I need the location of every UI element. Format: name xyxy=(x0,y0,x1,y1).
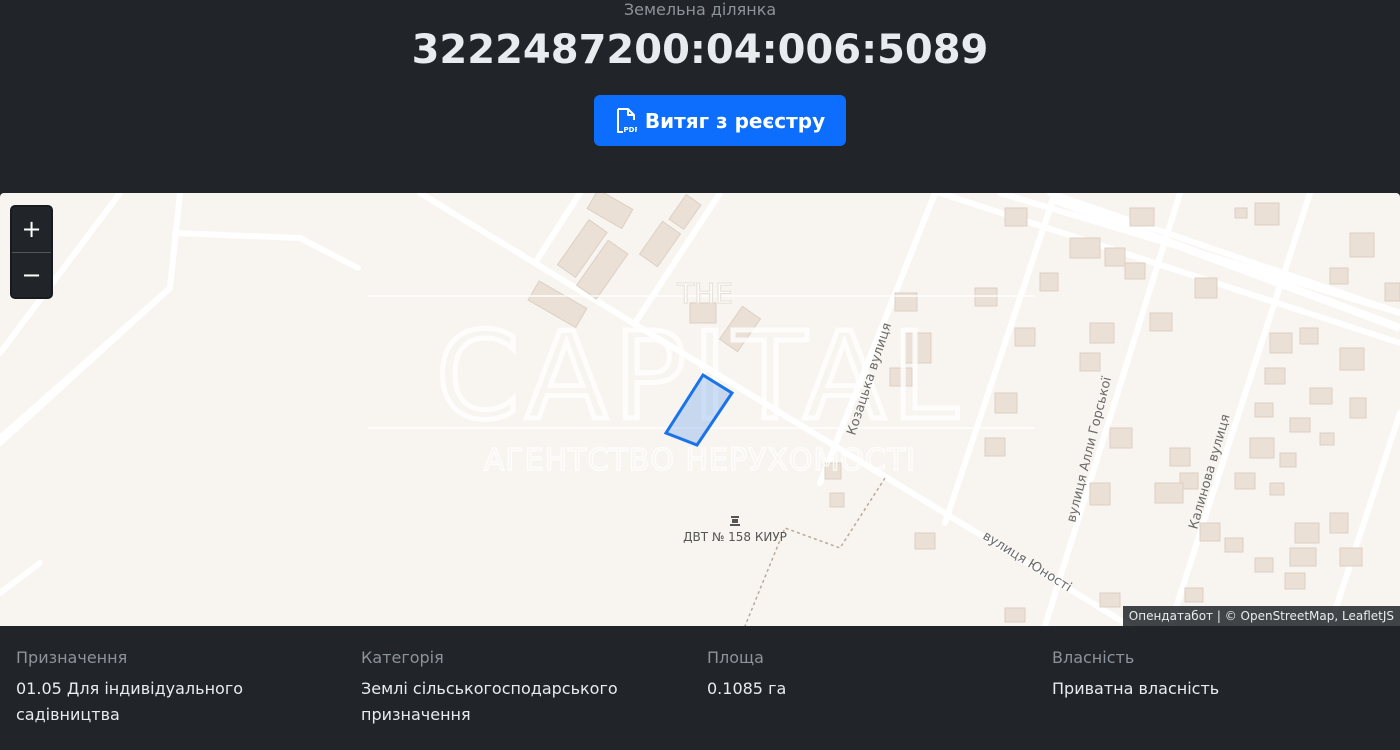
map-tiles: THE CAPITAL АГЕНТСТВО НЕРУХОМОСТІ Козаць… xyxy=(0,193,1400,626)
purpose-block: Призначення 01.05 Для індивідуального са… xyxy=(16,648,346,728)
street-label-kalynova: Калинова вулиця xyxy=(1186,413,1233,531)
watermark-bottom: АГЕНТСТВО НЕРУХОМОСТІ xyxy=(484,443,916,478)
zoom-out-button[interactable]: − xyxy=(12,253,51,298)
main-road xyxy=(1048,194,1400,332)
area-block: Площа 0.1085 га xyxy=(707,648,1037,702)
registry-extract-button[interactable]: PDF Витяг з реєстру xyxy=(594,95,846,146)
map-view[interactable]: THE CAPITAL АГЕНТСТВО НЕРУХОМОСТІ Козаць… xyxy=(0,193,1400,626)
zoom-in-button[interactable]: + xyxy=(12,207,51,252)
ownership-block: Власність Приватна власність xyxy=(1052,648,1382,702)
pdf-file-icon: PDF xyxy=(616,107,637,134)
cadastral-number: 3222487200:04:006:5089 xyxy=(411,27,989,73)
area-value: 0.1085 га xyxy=(707,679,787,698)
area-label: Площа xyxy=(707,648,764,667)
ownership-label: Власність xyxy=(1052,648,1135,667)
watermark-top: THE xyxy=(676,277,733,310)
page-subtitle: Земельна ділянка xyxy=(623,0,777,19)
category-label: Категорія xyxy=(361,648,444,667)
category-value: Землі сільськогосподарського призначення xyxy=(361,679,618,724)
zoom-control: + − xyxy=(10,205,53,299)
parcel-info: Призначення 01.05 Для індивідуального са… xyxy=(0,626,1400,750)
purpose-label: Призначення xyxy=(16,648,128,667)
street-label-yunosti: вулиця Юності xyxy=(980,529,1074,596)
registry-extract-label: Витяг з реєстру xyxy=(644,108,826,133)
poi-label-dvt: ДВТ № 158 КИУР xyxy=(683,530,787,544)
map-attribution[interactable]: Опендатабот | © OpenStreetMap, LeafletJS xyxy=(1122,606,1400,626)
footpaths xyxy=(744,477,886,626)
category-block: Категорія Землі сільськогосподарського п… xyxy=(361,648,661,728)
ownership-value: Приватна власність xyxy=(1052,679,1220,698)
svg-text:PDF: PDF xyxy=(623,126,637,134)
purpose-value: 01.05 Для індивідуального садівництва xyxy=(16,679,244,724)
poi-icon xyxy=(730,516,740,526)
header: Земельна ділянка 3222487200:04:006:5089 … xyxy=(0,0,1400,186)
